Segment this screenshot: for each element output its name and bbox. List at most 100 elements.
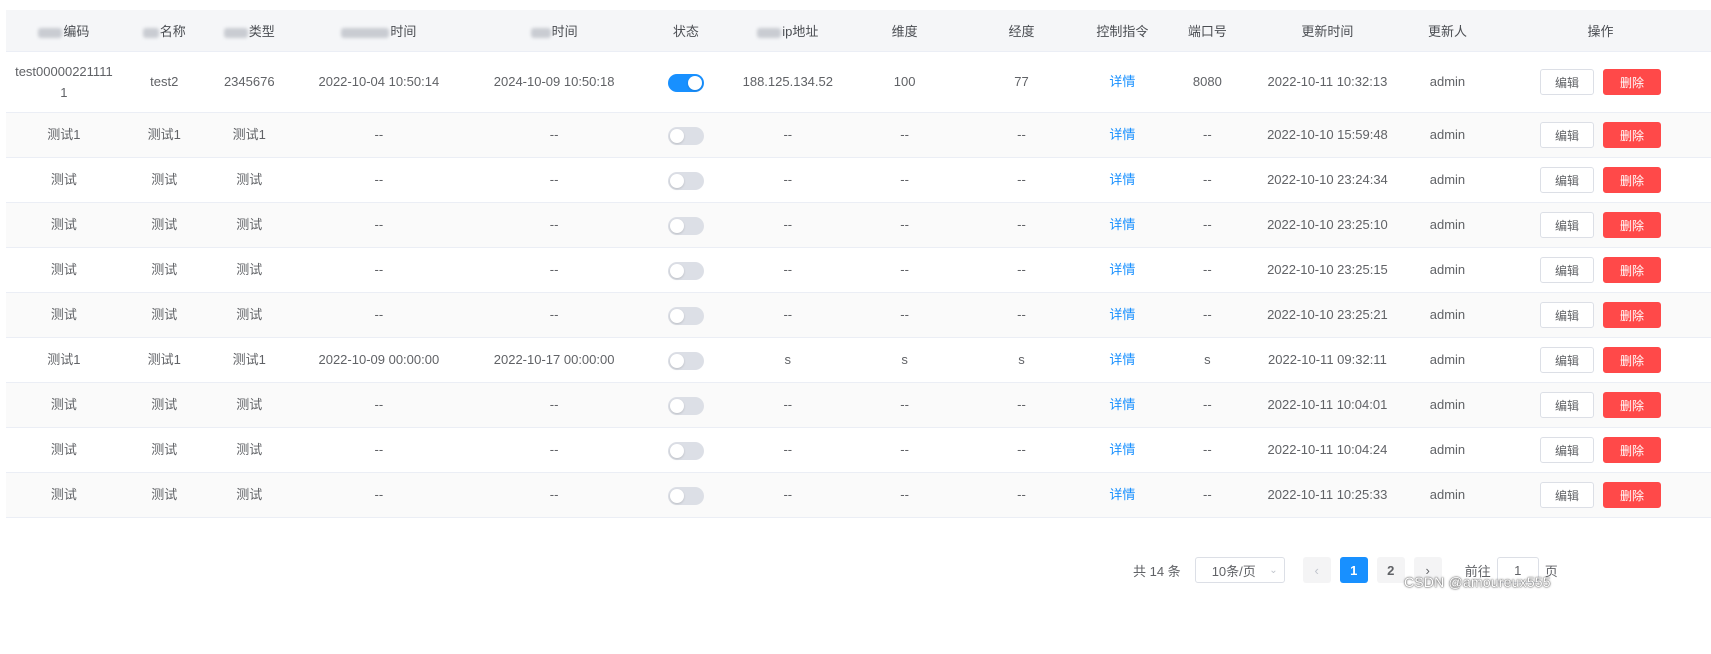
delete-button[interactable]: 删除 — [1602, 69, 1661, 95]
cell-latitude: -- — [846, 427, 964, 473]
status-toggle[interactable] — [667, 351, 704, 370]
edit-button[interactable]: 编辑 — [1539, 167, 1594, 193]
cell-latitude: 100 — [846, 51, 964, 113]
col-port[interactable]: 端口号 — [1164, 10, 1250, 52]
status-toggle[interactable] — [667, 486, 704, 505]
cell-code: 测试1 — [6, 337, 122, 383]
command-detail-link[interactable]: 详情 — [1109, 262, 1135, 277]
delete-button[interactable]: 删除 — [1602, 437, 1661, 463]
col-updated-time[interactable]: 更新时间 — [1249, 10, 1405, 52]
col-latitude[interactable]: 维度 — [846, 10, 964, 52]
edit-button[interactable]: 编辑 — [1539, 392, 1594, 418]
status-toggle[interactable] — [667, 396, 704, 415]
cell-updated-time: 2022-10-11 10:25:33 — [1249, 472, 1405, 518]
cell-updated-time: 2022-10-10 15:59:48 — [1249, 112, 1405, 158]
command-detail-link[interactable]: 详情 — [1109, 172, 1135, 187]
col-updater[interactable]: 更新人 — [1404, 10, 1490, 52]
cell-name: 测试1 — [121, 112, 207, 158]
col-type[interactable]: 类型 — [206, 10, 292, 52]
cell-updater: admin — [1404, 292, 1490, 338]
edit-button[interactable]: 编辑 — [1539, 482, 1594, 508]
edit-button[interactable]: 编辑 — [1539, 69, 1594, 95]
cell-latitude: s — [846, 337, 964, 383]
edit-button[interactable]: 编辑 — [1539, 437, 1594, 463]
table-row: 测试 测试 测试 -- -- -- -- -- 详情 -- 2022-10-11 10:25:33 a… — [6, 472, 1711, 518]
edit-button[interactable]: 编辑 — [1539, 347, 1594, 373]
col-command[interactable]: 控制指令 — [1079, 10, 1165, 52]
toggle-knob — [669, 488, 684, 503]
status-toggle[interactable] — [667, 306, 704, 325]
col-status[interactable]: 状态 — [642, 10, 730, 52]
cell-longitude: -- — [963, 112, 1080, 158]
cell-port: -- — [1164, 427, 1250, 473]
page-size-select[interactable]: 10条/页 ⌄ — [1194, 557, 1285, 583]
cell-name: 测试 — [121, 157, 207, 203]
cell-time-2: -- — [465, 292, 643, 338]
cell-status — [642, 157, 730, 203]
col-name[interactable]: 名称 — [121, 10, 207, 52]
status-toggle[interactable] — [667, 73, 704, 92]
col-code[interactable]: 编码 — [6, 10, 122, 52]
col-ip[interactable]: ip地址 — [729, 10, 847, 52]
cell-command: 详情 — [1079, 112, 1165, 158]
status-toggle[interactable] — [667, 171, 704, 190]
cell-longitude: s — [963, 337, 1080, 383]
table-row: 测试1 测试1 测试1 -- -- -- -- -- 详情 -- 2022-10-10 15:59:… — [6, 112, 1711, 158]
cell-type: 测试 — [206, 157, 292, 203]
table-row: 测试 测试 测试 -- -- -- -- -- 详情 -- 2022-10-11 10:04:01 a… — [6, 382, 1711, 428]
edit-button[interactable]: 编辑 — [1539, 302, 1594, 328]
delete-button[interactable]: 删除 — [1602, 212, 1661, 238]
command-detail-link[interactable]: 详情 — [1109, 307, 1135, 322]
status-toggle[interactable] — [667, 441, 704, 460]
edit-button[interactable]: 编辑 — [1539, 122, 1594, 148]
redacted-mark — [341, 27, 390, 38]
chevron-left-icon[interactable]: ‹ — [1302, 557, 1331, 583]
cell-command: 详情 — [1079, 382, 1165, 428]
command-detail-link[interactable]: 详情 — [1109, 127, 1135, 142]
cell-port: -- — [1164, 472, 1250, 518]
col-time-1[interactable]: 时间 — [291, 10, 466, 52]
cell-updated-time: 2022-10-10 23:25:10 — [1249, 202, 1405, 248]
delete-button[interactable]: 删除 — [1602, 257, 1661, 283]
delete-button[interactable]: 删除 — [1602, 347, 1661, 373]
cell-command: 详情 — [1079, 472, 1165, 518]
delete-button[interactable]: 删除 — [1602, 392, 1661, 418]
edit-button[interactable]: 编辑 — [1539, 212, 1594, 238]
toggle-knob — [669, 443, 684, 458]
page-size-value: 10条/页 — [1211, 563, 1256, 579]
col-time-2[interactable]: 时间 — [465, 10, 643, 52]
cell-code: 测试 — [6, 247, 122, 293]
cell-port: -- — [1164, 382, 1250, 428]
status-toggle[interactable] — [667, 216, 704, 235]
cell-longitude: -- — [963, 247, 1080, 293]
command-detail-link[interactable]: 详情 — [1109, 487, 1135, 502]
command-detail-link[interactable]: 详情 — [1109, 352, 1135, 367]
cell-time-1: -- — [291, 427, 466, 473]
status-toggle[interactable] — [667, 126, 704, 145]
page-button-2[interactable]: 2 — [1376, 557, 1405, 583]
page-button-1[interactable]: 1 — [1339, 557, 1368, 583]
command-detail-link[interactable]: 详情 — [1109, 442, 1135, 457]
redacted-mark — [223, 27, 248, 38]
cell-latitude: -- — [846, 112, 964, 158]
cell-name: 测试 — [121, 382, 207, 428]
cell-updated-time: 2022-10-11 10:04:24 — [1249, 427, 1405, 473]
command-detail-link[interactable]: 详情 — [1109, 217, 1135, 232]
redacted-mark — [142, 27, 159, 38]
cell-type: 测试 — [206, 472, 292, 518]
cell-command: 详情 — [1079, 247, 1165, 293]
toggle-knob — [669, 353, 684, 368]
edit-button[interactable]: 编辑 — [1539, 257, 1594, 283]
cell-ip: -- — [729, 472, 847, 518]
command-detail-link[interactable]: 详情 — [1109, 74, 1135, 89]
delete-button[interactable]: 删除 — [1602, 122, 1661, 148]
delete-button[interactable]: 删除 — [1602, 482, 1661, 508]
col-longitude[interactable]: 经度 — [963, 10, 1080, 52]
table-row: 测试1 测试1 测试1 2022-10-09 00:00:00 2022-10-17 0… — [6, 337, 1711, 383]
delete-button[interactable]: 删除 — [1602, 167, 1661, 193]
status-toggle[interactable] — [667, 261, 704, 280]
cell-longitude: -- — [963, 472, 1080, 518]
delete-button[interactable]: 删除 — [1602, 302, 1661, 328]
cell-actions: 编辑 删除 — [1489, 157, 1711, 203]
command-detail-link[interactable]: 详情 — [1109, 397, 1135, 412]
